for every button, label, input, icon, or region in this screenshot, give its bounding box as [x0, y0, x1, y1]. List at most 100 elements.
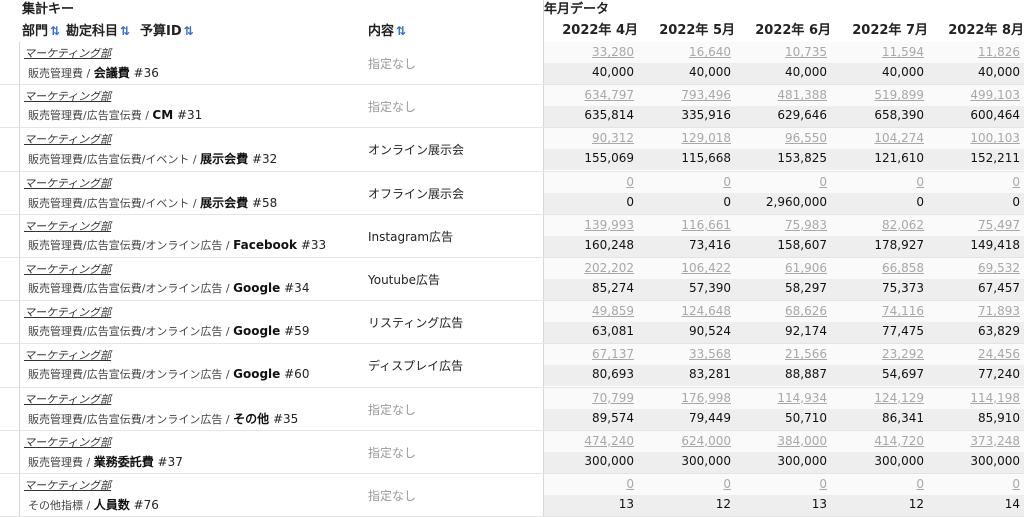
budget-value[interactable]: 50,710: [737, 411, 827, 425]
actual-value[interactable]: 481,388: [737, 88, 827, 102]
actual-value[interactable]: 10,735: [737, 45, 827, 59]
sort-asc-icon[interactable]: ⇅: [120, 24, 130, 38]
actual-value[interactable]: 384,000: [737, 434, 827, 448]
actual-value[interactable]: 124,648: [641, 304, 731, 318]
budget-value[interactable]: 335,916: [641, 108, 731, 122]
actual-value[interactable]: 96,550: [737, 131, 827, 145]
actual-value[interactable]: 129,018: [641, 131, 731, 145]
budget-value[interactable]: 63,081: [544, 324, 634, 338]
budget-value[interactable]: 300,000: [737, 454, 827, 468]
budget-value[interactable]: 160,248: [544, 238, 634, 252]
budget-value[interactable]: 63,829: [930, 324, 1020, 338]
actual-value[interactable]: 139,993: [544, 218, 634, 232]
budget-value[interactable]: 88,887: [737, 367, 827, 381]
sort-icon[interactable]: ⇅: [184, 24, 194, 38]
actual-value[interactable]: 499,103: [930, 88, 1020, 102]
header-month[interactable]: 2022年 8月: [934, 20, 1024, 42]
actual-value[interactable]: 0: [834, 477, 924, 491]
budget-value[interactable]: 158,607: [737, 238, 827, 252]
budget-value[interactable]: 300,000: [641, 454, 731, 468]
actual-value[interactable]: 90,312: [544, 131, 634, 145]
actual-value[interactable]: 21,566: [737, 347, 827, 361]
actual-value[interactable]: 0: [930, 175, 1020, 189]
actual-value[interactable]: 67,137: [544, 347, 634, 361]
actual-value[interactable]: 0: [544, 175, 634, 189]
actual-value[interactable]: 11,594: [834, 45, 924, 59]
budget-value[interactable]: 77,475: [834, 324, 924, 338]
dept-link[interactable]: マーケティング部: [24, 88, 111, 104]
dept-link[interactable]: マーケティング部: [24, 45, 111, 61]
budget-value[interactable]: 58,297: [737, 281, 827, 295]
actual-value[interactable]: 114,198: [930, 391, 1020, 405]
budget-value[interactable]: 0: [641, 195, 731, 209]
table-row[interactable]: マーケティング部 販売管理費 / 業務委託費 #37 指定なし 474,240 300,…: [0, 430, 1024, 474]
dept-link[interactable]: マーケティング部: [24, 391, 111, 407]
budget-value[interactable]: 658,390: [834, 108, 924, 122]
actual-value[interactable]: 0: [930, 477, 1020, 491]
actual-value[interactable]: 75,983: [737, 218, 827, 232]
budget-value[interactable]: 40,000: [930, 65, 1020, 79]
table-row[interactable]: マーケティング部 その他指標 / 人員数 #76 指定なし 0 13 0 12 0 13 0 12 0…: [0, 473, 1024, 517]
actual-value[interactable]: 33,280: [544, 45, 634, 59]
budget-value[interactable]: 12: [834, 497, 924, 511]
actual-value[interactable]: 373,248: [930, 434, 1020, 448]
actual-value[interactable]: 0: [834, 175, 924, 189]
header-budget-id[interactable]: 予算ID ⇅: [140, 20, 194, 42]
actual-value[interactable]: 33,568: [641, 347, 731, 361]
budget-value[interactable]: 40,000: [834, 65, 924, 79]
budget-value[interactable]: 152,211: [930, 151, 1020, 165]
budget-value[interactable]: 79,449: [641, 411, 731, 425]
actual-value[interactable]: 68,626: [737, 304, 827, 318]
actual-value[interactable]: 116,661: [641, 218, 731, 232]
budget-value[interactable]: 40,000: [544, 65, 634, 79]
budget-value[interactable]: 155,069: [544, 151, 634, 165]
actual-value[interactable]: 49,859: [544, 304, 634, 318]
actual-value[interactable]: 82,062: [834, 218, 924, 232]
actual-value[interactable]: 100,103: [930, 131, 1020, 145]
budget-value[interactable]: 629,646: [737, 108, 827, 122]
budget-value[interactable]: 13: [544, 497, 634, 511]
budget-value[interactable]: 115,668: [641, 151, 731, 165]
header-month[interactable]: 2022年 6月: [741, 20, 831, 42]
actual-value[interactable]: 0: [737, 175, 827, 189]
actual-value[interactable]: 0: [641, 175, 731, 189]
budget-value[interactable]: 0: [544, 195, 634, 209]
budget-value[interactable]: 153,825: [737, 151, 827, 165]
sort-icon[interactable]: ⇅: [50, 24, 60, 38]
actual-value[interactable]: 104,274: [834, 131, 924, 145]
actual-value[interactable]: 793,496: [641, 88, 731, 102]
header-account[interactable]: 勘定科目 ⇅: [66, 20, 130, 42]
dept-link[interactable]: マーケティング部: [24, 131, 111, 147]
budget-value[interactable]: 90,524: [641, 324, 731, 338]
budget-value[interactable]: 0: [930, 195, 1020, 209]
budget-value[interactable]: 12: [641, 497, 731, 511]
header-dept[interactable]: 部門 ⇅: [22, 20, 60, 42]
table-row[interactable]: マーケティング部 販売管理費/広告宣伝費/オンライン広告 / Google #34…: [0, 257, 1024, 302]
budget-value[interactable]: 300,000: [930, 454, 1020, 468]
actual-value[interactable]: 0: [737, 477, 827, 491]
budget-value[interactable]: 77,240: [930, 367, 1020, 381]
budget-value[interactable]: 86,341: [834, 411, 924, 425]
budget-value[interactable]: 40,000: [641, 65, 731, 79]
table-row[interactable]: マーケティング部 販売管理費/広告宣伝費/オンライン広告 / Google #59…: [0, 301, 1024, 345]
actual-value[interactable]: 23,292: [834, 347, 924, 361]
budget-value[interactable]: 67,457: [930, 281, 1020, 295]
dept-link[interactable]: マーケティング部: [24, 477, 111, 493]
budget-value[interactable]: 40,000: [737, 65, 827, 79]
actual-value[interactable]: 624,000: [641, 434, 731, 448]
budget-value[interactable]: 149,418: [930, 238, 1020, 252]
budget-value[interactable]: 14: [930, 497, 1020, 511]
table-row[interactable]: マーケティング部 販売管理費/広告宣伝費/オンライン広告 / Google #60…: [0, 344, 1024, 388]
actual-value[interactable]: 0: [544, 477, 634, 491]
sort-icon[interactable]: ⇅: [396, 24, 406, 38]
dept-link[interactable]: マーケティング部: [24, 218, 111, 234]
budget-value[interactable]: 75,373: [834, 281, 924, 295]
actual-value[interactable]: 0: [641, 477, 731, 491]
actual-value[interactable]: 66,858: [834, 261, 924, 275]
budget-value[interactable]: 0: [834, 195, 924, 209]
header-month[interactable]: 2022年 4月: [548, 20, 638, 42]
budget-value[interactable]: 300,000: [834, 454, 924, 468]
header-content[interactable]: 内容 ⇅: [368, 20, 406, 42]
table-row[interactable]: マーケティング部 販売管理費/広告宣伝費 / CM #31 指定なし 634,797 6…: [0, 85, 1024, 129]
budget-value[interactable]: 300,000: [544, 454, 634, 468]
